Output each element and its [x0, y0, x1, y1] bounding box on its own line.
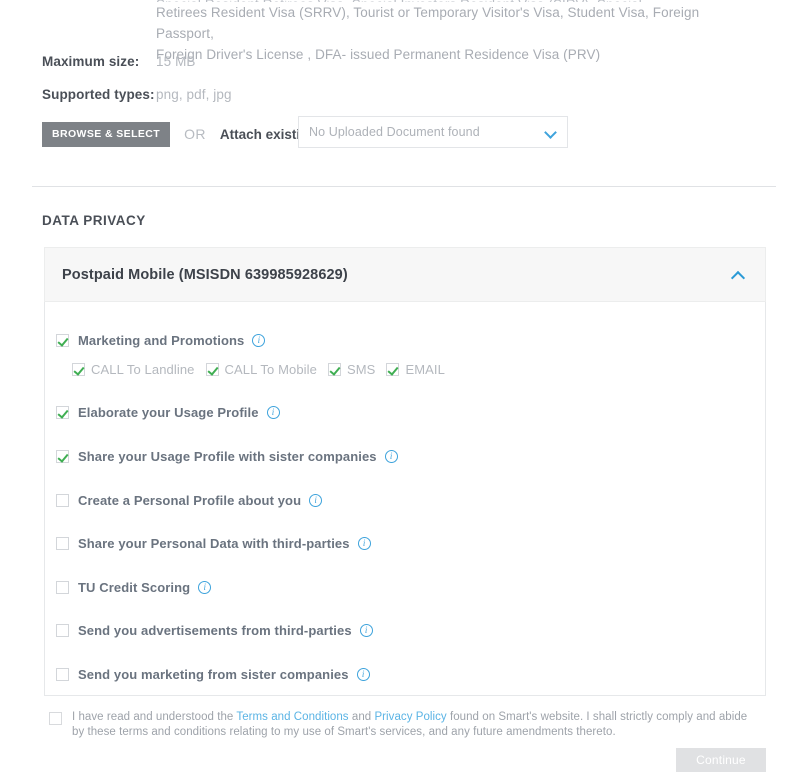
maximum-size-label: Maximum size: [42, 54, 140, 69]
supported-types-row: Supported types:png, pdf, jpg [42, 87, 232, 105]
consent-label: TU Credit Scoring [78, 579, 191, 595]
consent-label: Send you marketing from sister companies [78, 666, 349, 682]
channel-item-email[interactable]: EMAIL [386, 362, 445, 377]
uploaded-document-select[interactable]: No Uploaded Document found [298, 116, 568, 148]
accordion-title: Postpaid Mobile (MSISDN 639985928629) [62, 266, 348, 283]
info-icon[interactable]: i [357, 536, 371, 550]
info-icon[interactable]: i [356, 667, 370, 681]
accepted-ids-line-2: Foreign Driver's License , DFA- issued P… [156, 47, 601, 62]
consent-row-share-usage-profile-sister-companies[interactable]: Share your Usage Profile with sister com… [56, 446, 398, 466]
info-icon[interactable]: i [252, 333, 266, 347]
privacy-policy-link[interactable]: Privacy Policy [374, 711, 446, 723]
info-icon[interactable]: i [198, 580, 212, 594]
consent-label: Create a Personal Profile about you [78, 492, 302, 508]
consent-label: Marketing and Promotions [78, 332, 245, 348]
checkbox-call-to-mobile[interactable] [205, 362, 219, 376]
channel-label: SMS [346, 361, 376, 377]
channel-item-call-to-mobile[interactable]: CALL To Mobile [205, 361, 317, 377]
checkbox-send-advertisements-third-parties[interactable] [56, 623, 69, 637]
accordion-body: Marketing and Promotions i CALL To Landl… [44, 302, 766, 696]
consent-label: Send you advertisements from third-parti… [78, 622, 352, 638]
info-icon[interactable]: i [359, 623, 373, 637]
checkbox-share-usage-profile-sister-companies[interactable] [56, 449, 69, 463]
channel-label: CALL To Landline [91, 361, 195, 377]
terms-text-part-1: I have read and understood the [72, 711, 237, 723]
browse-row: BROWSE & SELECT OR Attach existing [42, 120, 317, 148]
consent-row-create-personal-profile[interactable]: Create a Personal Profile about you i [56, 490, 323, 510]
consent-label: Elaborate your Usage Profile [78, 404, 259, 420]
consent-row-share-personal-data-third-parties[interactable]: Share your Personal Data with third-part… [56, 533, 371, 553]
chevron-up-icon[interactable] [732, 270, 745, 280]
browse-and-select-button[interactable]: BROWSE & SELECT [42, 121, 171, 147]
consent-row-tu-credit-scoring[interactable]: TU Credit Scoring i [56, 577, 212, 597]
maximum-size-value: 15 MB [156, 54, 196, 69]
checkbox-sms[interactable] [327, 362, 341, 376]
checkbox-tu-credit-scoring[interactable] [56, 580, 69, 594]
accordion-header-postpaid-mobile[interactable]: Postpaid Mobile (MSISDN 639985928629) [44, 247, 766, 302]
checkbox-email[interactable] [386, 362, 400, 376]
channel-item-call-to-landline[interactable]: CALL To Landline [72, 362, 195, 377]
consent-row-marketing-and-promotions[interactable]: Marketing and Promotions i [56, 330, 266, 350]
data-privacy-heading: DATA PRIVACY [42, 213, 146, 228]
channel-label: EMAIL [405, 361, 445, 377]
checkbox-elaborate-usage-profile[interactable] [56, 405, 69, 419]
checkbox-create-personal-profile[interactable] [56, 493, 69, 507]
chevron-down-icon [546, 127, 557, 138]
consent-row-elaborate-usage-profile[interactable]: Elaborate your Usage Profile i [56, 402, 280, 422]
consent-channels-group: CALL To Landline CALL To Mobile SMS EMAI… [72, 359, 456, 379]
consent-row-send-advertisements-third-parties[interactable]: Send you advertisements from third-parti… [56, 620, 373, 640]
or-separator-label: OR [184, 126, 206, 142]
info-icon[interactable]: i [309, 493, 323, 507]
checkbox-send-marketing-sister-companies[interactable] [56, 667, 69, 681]
checkbox-share-personal-data-third-parties[interactable] [56, 536, 69, 550]
terms-acceptance-row: I have read and understood the Terms and… [49, 710, 749, 740]
consent-label: Share your Personal Data with third-part… [78, 535, 350, 551]
data-privacy-accordion: Postpaid Mobile (MSISDN 639985928629) Ma… [44, 247, 766, 696]
accepted-ids-line-1: Retirees Resident Visa (SRRV), Tourist o… [156, 5, 700, 41]
supported-types-label: Supported types: [42, 87, 155, 102]
consent-label: Share your Usage Profile with sister com… [78, 448, 377, 464]
accepted-ids-text: Special Resident Retirees Visa, Special … [156, 0, 756, 65]
supported-types-value: png, pdf, jpg [156, 87, 232, 102]
continue-button[interactable]: Continue [676, 748, 766, 772]
channel-label: CALL To Mobile [224, 361, 317, 377]
channel-item-sms[interactable]: SMS [327, 361, 376, 377]
checkbox-marketing-and-promotions[interactable] [56, 333, 69, 347]
uploaded-document-select-value: No Uploaded Document found [309, 125, 480, 139]
terms-text-part-2: and [348, 711, 375, 723]
consent-row-send-marketing-sister-companies[interactable]: Send you marketing from sister companies… [56, 664, 370, 684]
section-divider [32, 186, 776, 187]
terms-text: I have read and understood the Terms and… [72, 710, 749, 740]
checkbox-call-to-landline[interactable] [72, 362, 85, 376]
checkbox-terms-and-conditions[interactable] [49, 712, 62, 725]
maximum-size-row: Maximum size: 15 MB [42, 54, 196, 72]
info-icon[interactable]: i [384, 449, 398, 463]
terms-and-conditions-link[interactable]: Terms and Conditions [236, 711, 348, 723]
info-icon[interactable]: i [266, 405, 280, 419]
